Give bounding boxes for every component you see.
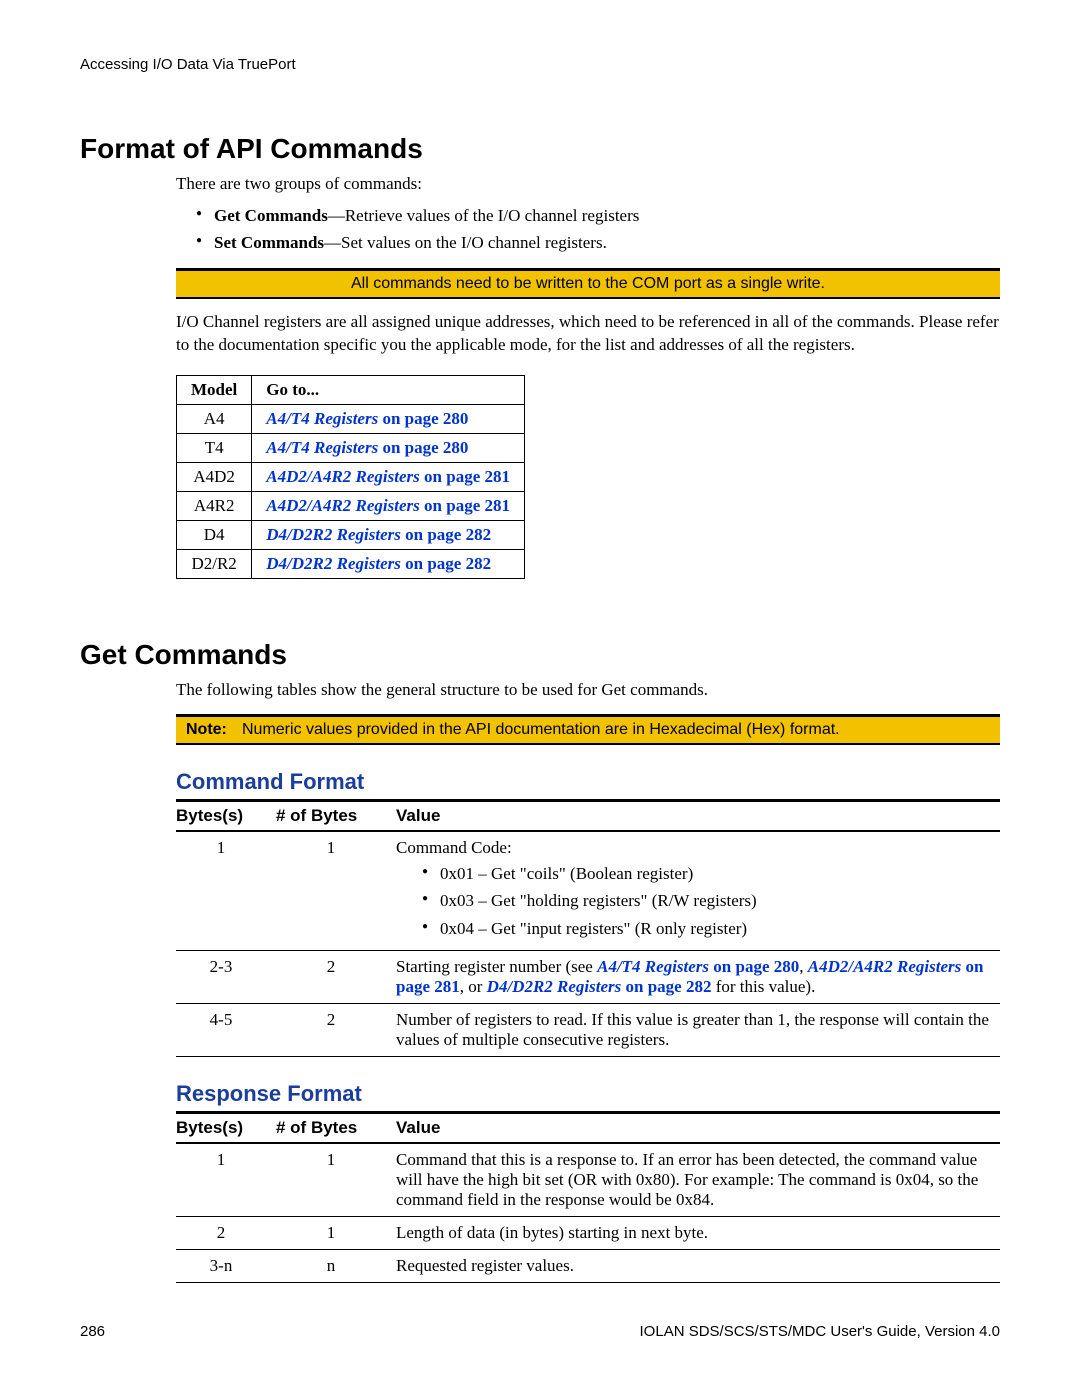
note-label: Note: bbox=[186, 721, 242, 739]
page-footer: 286 IOLAN SDS/SCS/STS/MDC User's Guide, … bbox=[80, 1323, 1000, 1340]
link-page[interactable]: on page 282 bbox=[401, 554, 491, 573]
link[interactable]: A4/T4 Registers bbox=[597, 957, 709, 976]
table-row: 2-3 2 Starting register number (see A4/T… bbox=[176, 950, 1000, 1003]
table-row: A4D2 A4D2/A4R2 Registers on page 281 bbox=[177, 463, 525, 492]
table-row: 4-5 2 Number of registers to read. If th… bbox=[176, 1003, 1000, 1056]
table-row: 1 1 Command that this is a response to. … bbox=[176, 1143, 1000, 1217]
section1-body: There are two groups of commands: Get Co… bbox=[176, 173, 1000, 579]
list-item: Set Commands—Set values on the I/O chann… bbox=[196, 229, 1000, 256]
col-goto: Go to... bbox=[252, 376, 525, 405]
col-value: Value bbox=[396, 801, 1000, 832]
paragraph: I/O Channel registers are all assigned u… bbox=[176, 311, 1000, 357]
table-row: 2 1 Length of data (in bytes) starting i… bbox=[176, 1216, 1000, 1249]
list-item: 0x03 – Get "holding registers" (R/W regi… bbox=[422, 887, 990, 914]
link[interactable]: A4/T4 Registers bbox=[266, 409, 378, 428]
running-head: Accessing I/O Data Via TruePort bbox=[80, 56, 1000, 73]
link[interactable]: D4/D2R2 Registers bbox=[487, 977, 622, 996]
table-row: 1 1 Command Code: 0x01 – Get "coils" (Bo… bbox=[176, 831, 1000, 950]
link-page[interactable]: on page 282 bbox=[401, 525, 491, 544]
note-box: Note: Numeric values provided in the API… bbox=[176, 714, 1000, 745]
section2-body: The following tables show the general st… bbox=[176, 679, 1000, 1283]
link-page[interactable]: on page 280 bbox=[378, 409, 468, 428]
link[interactable]: A4D2/A4R2 Registers bbox=[808, 957, 962, 976]
heading-command-format: Command Format bbox=[176, 769, 1000, 795]
col-value: Value bbox=[396, 1112, 1000, 1143]
table-row: D4 D4/D2R2 Registers on page 282 bbox=[177, 521, 525, 550]
table-row: D2/R2 D4/D2R2 Registers on page 282 bbox=[177, 550, 525, 579]
col-num-bytes: # of Bytes bbox=[276, 1112, 396, 1143]
list-item: 0x01 – Get "coils" (Boolean register) bbox=[422, 860, 990, 887]
guide-title: IOLAN SDS/SCS/STS/MDC User's Guide, Vers… bbox=[640, 1323, 1000, 1340]
command-group-list: Get Commands—Retrieve values of the I/O … bbox=[176, 202, 1000, 256]
heading-format-api-commands: Format of API Commands bbox=[80, 133, 1000, 165]
intro-text: The following tables show the general st… bbox=[176, 679, 1000, 702]
link-page[interactable]: on page 282 bbox=[621, 977, 711, 996]
intro-text: There are two groups of commands: bbox=[176, 173, 1000, 196]
link-page[interactable]: on page 280 bbox=[378, 438, 468, 457]
col-model: Model bbox=[177, 376, 252, 405]
command-format-table: Bytes(s) # of Bytes Value 1 1 Command Co… bbox=[176, 799, 1000, 1057]
link-page[interactable]: on page 281 bbox=[420, 496, 510, 515]
page: Accessing I/O Data Via TruePort Format o… bbox=[0, 0, 1080, 1380]
table-row: A4 A4/T4 Registers on page 280 bbox=[177, 405, 525, 434]
col-bytes: Bytes(s) bbox=[176, 1112, 276, 1143]
heading-response-format: Response Format bbox=[176, 1081, 1000, 1107]
note-text: All commands need to be written to the C… bbox=[351, 275, 825, 293]
link[interactable]: D4/D2R2 Registers bbox=[266, 525, 401, 544]
page-number: 286 bbox=[80, 1323, 105, 1340]
list-item: Get Commands—Retrieve values of the I/O … bbox=[196, 202, 1000, 229]
col-num-bytes: # of Bytes bbox=[276, 801, 396, 832]
table-row: A4R2 A4D2/A4R2 Registers on page 281 bbox=[177, 492, 525, 521]
link-page[interactable]: on page 280 bbox=[709, 957, 799, 976]
model-goto-table: Model Go to... A4 A4/T4 Registers on pag… bbox=[176, 375, 525, 579]
link[interactable]: D4/D2R2 Registers bbox=[266, 554, 401, 573]
table-row: T4 A4/T4 Registers on page 280 bbox=[177, 434, 525, 463]
note-text: Numeric values provided in the API docum… bbox=[242, 721, 840, 739]
response-format-table: Bytes(s) # of Bytes Value 1 1 Command th… bbox=[176, 1111, 1000, 1283]
link[interactable]: A4/T4 Registers bbox=[266, 438, 378, 457]
link[interactable]: A4D2/A4R2 Registers bbox=[266, 496, 420, 515]
table-row: 3-n n Requested register values. bbox=[176, 1249, 1000, 1282]
heading-get-commands: Get Commands bbox=[80, 639, 1000, 671]
note-box: All commands need to be written to the C… bbox=[176, 268, 1000, 299]
link-page[interactable]: on page 281 bbox=[420, 467, 510, 486]
col-bytes: Bytes(s) bbox=[176, 801, 276, 832]
list-item: 0x04 – Get "input registers" (R only reg… bbox=[422, 915, 990, 942]
link[interactable]: A4D2/A4R2 Registers bbox=[266, 467, 420, 486]
